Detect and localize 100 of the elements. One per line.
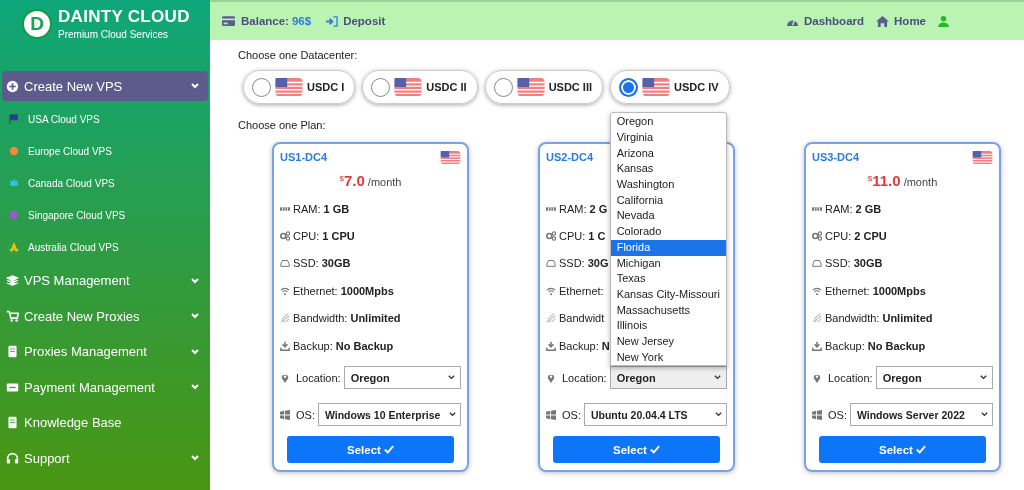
sidebar-item[interactable]: Payment Management: [2, 369, 208, 405]
select-button[interactable]: Select: [287, 436, 454, 464]
dropdown-option[interactable]: Kansas City-Missouri: [610, 286, 726, 303]
submenu-item[interactable]: Australia Cloud VPS: [0, 231, 210, 263]
spec-icon: [546, 340, 556, 351]
spec-icon: [280, 231, 290, 242]
spec-icon: [546, 258, 556, 269]
sidebar-item[interactable]: Create New VPS: [2, 71, 208, 101]
balance-value: 96$: [291, 15, 312, 27]
spec-icon: [280, 258, 290, 269]
flag-icon: [516, 78, 545, 96]
plan-price: $^{$}$7.0 /month: [339, 171, 402, 189]
radio-button[interactable]: [619, 77, 639, 97]
os-label: OS:: [296, 408, 315, 421]
sidebar-item[interactable]: Knowledge Base: [2, 405, 208, 441]
dropdown-option[interactable]: Oregon: [610, 114, 726, 131]
spec-icon: [546, 285, 556, 296]
location-select[interactable]: Oregon: [875, 366, 993, 390]
check-icon: [383, 445, 394, 455]
chevron-icon: [190, 81, 200, 91]
radio-button[interactable]: [493, 77, 513, 97]
plan-name: US3-DC4: [812, 151, 860, 163]
menu-item-icon: [6, 345, 19, 359]
spec-text: CPU: 1 C: [559, 230, 606, 243]
spec-icon: [812, 340, 822, 351]
select-button[interactable]: Select: [553, 436, 720, 464]
menu-item-icon: [6, 79, 19, 93]
menu-item-icon: [6, 451, 19, 465]
os-select[interactable]: Windows Server 2022: [849, 403, 993, 427]
os-select[interactable]: Windows 10 Enterprise: [317, 403, 461, 427]
flag-icon: [972, 150, 993, 164]
menu-item-icon: [6, 380, 19, 394]
windows-icon: [280, 409, 290, 420]
dropdown-option[interactable]: California: [610, 192, 726, 209]
flag-icon: [275, 78, 303, 96]
location-label: Location:: [296, 371, 341, 384]
brand-name: DAINTY CLOUD: [58, 7, 190, 27]
location-pin-icon: [546, 372, 556, 383]
spec-icon: [546, 231, 556, 242]
select-button[interactable]: Select: [819, 436, 986, 464]
dropdown-option[interactable]: New York: [610, 349, 726, 366]
spec-text: Bandwidt: [559, 312, 605, 325]
menu-item-icon: [6, 274, 19, 288]
spec-text: Backup: No Backup: [825, 339, 926, 352]
sidebar-item[interactable]: VPS Management: [2, 263, 208, 299]
dropdown-option[interactable]: New Jersey: [610, 333, 726, 350]
spec-text: Ethernet: 1000Mpbs: [825, 284, 926, 297]
dropdown-option[interactable]: Colorado: [610, 224, 726, 240]
os-label: OS:: [562, 408, 581, 421]
location-select[interactable]: Oregon: [609, 366, 727, 390]
windows-icon: [546, 409, 556, 420]
check-icon: [649, 445, 660, 455]
deposit-link[interactable]: Deposit: [325, 15, 386, 27]
card-icon: [222, 16, 235, 26]
dropdown-option[interactable]: Florida: [610, 239, 726, 256]
spec-icon: [546, 313, 556, 324]
dropdown-option[interactable]: Nevada: [610, 208, 726, 225]
sidebar-item[interactable]: Create New Proxies: [2, 298, 208, 334]
spec-text: RAM: 1 GB: [293, 202, 350, 215]
location-label: Location:: [828, 371, 873, 384]
dropdown-option[interactable]: Massachusetts: [610, 302, 726, 319]
spec-icon: [280, 285, 290, 296]
spec-icon: [812, 285, 822, 296]
spec-text: Backup: N: [559, 339, 610, 352]
radio-button[interactable]: [252, 77, 271, 97]
spec-text: CPU: 2 CPU: [825, 230, 887, 243]
sidebar-item[interactable]: Support: [2, 440, 208, 476]
dropdown-option[interactable]: Texas: [610, 271, 726, 287]
check-icon: [915, 445, 926, 455]
radio-button[interactable]: [371, 77, 391, 97]
dropdown-option[interactable]: Kansas: [610, 161, 726, 178]
dropdown-option[interactable]: Illinois: [610, 318, 726, 334]
dashboard-link[interactable]: Dashboard: [785, 15, 865, 27]
windows-icon: [812, 409, 822, 420]
chevron-icon: [190, 275, 200, 286]
sign-in-icon: [325, 15, 339, 27]
spec-text: Ethernet:: [559, 284, 604, 297]
spec-icon: [812, 313, 822, 324]
location-select[interactable]: Oregon: [343, 366, 461, 390]
sidebar-item[interactable]: Proxies Management: [2, 334, 208, 370]
os-label: OS:: [828, 408, 847, 421]
dropdown-option[interactable]: Michigan: [610, 255, 726, 272]
plan-price: $^{$}$11.0 /month: [867, 171, 938, 189]
user-icon[interactable]: [938, 15, 949, 27]
logo-icon: D: [22, 9, 52, 39]
spec-text: Bandwidth: Unlimited: [293, 312, 401, 325]
dropdown-option[interactable]: Virginia: [610, 130, 726, 146]
menu-item-icon: [6, 309, 19, 323]
spec-icon: [280, 313, 290, 324]
spec-text: Bandwidth: Unlimited: [825, 312, 933, 325]
dropdown-option[interactable]: Arizona: [610, 145, 726, 162]
home-icon: [876, 15, 890, 27]
spec-text: SSD: 30G: [559, 257, 609, 270]
home-link[interactable]: Home: [876, 15, 926, 27]
spec-text: Ethernet: 1000Mpbs: [293, 284, 394, 297]
plan-name: US1-DC4: [280, 151, 328, 163]
os-select[interactable]: Ubuntu 20.04.4 LTS: [583, 403, 727, 427]
location-pin-icon: [812, 372, 822, 383]
plan-heading: Choose one Plan:: [238, 118, 326, 133]
dropdown-option[interactable]: Washington: [610, 177, 726, 193]
